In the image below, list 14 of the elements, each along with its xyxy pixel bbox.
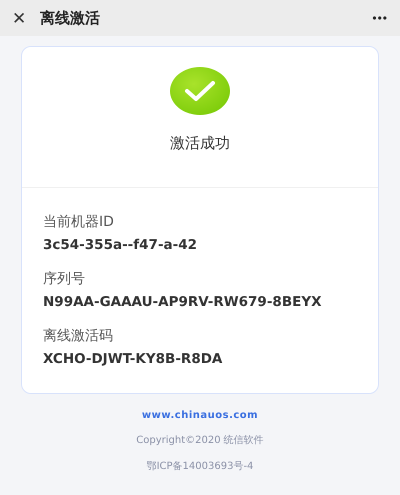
success-message: 激活成功 (170, 134, 230, 153)
field-label: 序列号 (43, 270, 86, 289)
check-icon (169, 66, 231, 116)
close-button[interactable]: ✕ (12, 8, 26, 28)
page-title: 离线激活 (40, 8, 101, 28)
copyright-text: Copyright©2020 统信软件 (136, 434, 264, 447)
icp-text: 鄂ICP备14003693号-4 (146, 460, 254, 473)
field-value: N99AA-GAAAU-AP9RV-RW679-8BEYX (43, 293, 323, 312)
more-button[interactable]: ••• (372, 11, 388, 25)
field-value: XCHO-DJWT-KY8B-R8DA (43, 350, 224, 369)
field-value: 3c54-355a--f47-a-42 (43, 236, 198, 255)
field-label: 离线激活码 (43, 327, 114, 346)
field-label: 当前机器ID (43, 213, 115, 232)
website-link[interactable]: www.chinauos.com (142, 410, 258, 421)
